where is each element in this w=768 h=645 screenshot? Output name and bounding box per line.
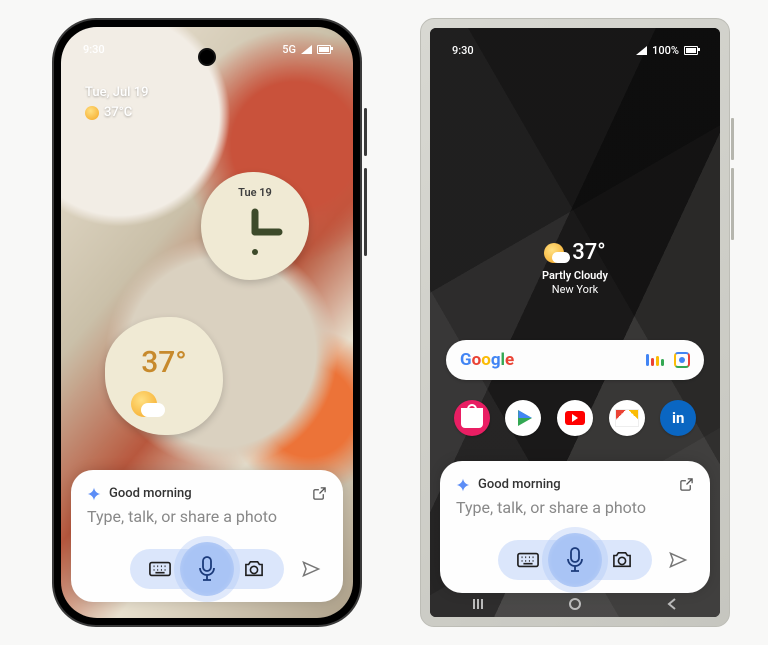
gmail-app-icon[interactable] [609,400,645,436]
partly-cloudy-icon [544,243,564,263]
weather-loc: New York [430,283,720,296]
date-label: Tue, Jul 19 [85,83,149,103]
weather-temp: 37° [105,345,223,380]
gemini-prompt-input[interactable]: Type, talk, or share a photo [456,498,694,517]
signal-icon [301,45,312,54]
gemini-assistant-card[interactable]: Good morning Type, talk, or share a phot… [440,461,710,593]
send-button[interactable] [668,550,688,570]
gemini-greeting: Good morning [109,486,192,501]
battery-icon [684,46,698,55]
mic-button[interactable] [548,533,602,587]
temp-label: 37°C [104,103,132,123]
gemini-prompt-input[interactable]: Type, talk, or share a photo [87,507,327,526]
recents-button[interactable] [471,597,485,611]
volume-button [364,108,367,156]
play-store-app-icon[interactable] [505,400,541,436]
power-button [731,168,734,240]
back-button[interactable] [665,597,679,611]
open-in-new-icon[interactable] [679,477,694,492]
at-a-glance-widget[interactable]: Tue, Jul 19 37°C [85,83,149,123]
linkedin-app-icon[interactable]: in [660,400,696,436]
gemini-assistant-card[interactable]: Good morning Type, talk, or share a phot… [71,470,343,602]
signal-icon [636,46,647,55]
camera-button[interactable] [232,549,276,589]
status-time: 9:30 [452,44,474,57]
mic-button[interactable] [180,542,234,596]
google-logo-icon: Google [460,350,514,370]
partly-cloudy-icon [131,391,157,417]
keyboard-button[interactable] [138,549,182,589]
camera-button[interactable] [600,540,644,580]
gemini-greeting: Good morning [478,477,561,492]
status-time: 9:30 [83,43,105,56]
google-lens-icon[interactable] [674,352,690,368]
network-label: 5G [282,43,296,56]
front-camera [198,48,216,66]
battery-pct: 100% [652,44,679,57]
navigation-bar [430,597,720,611]
voice-search-icon[interactable] [646,354,664,366]
gemini-spark-icon [87,487,101,501]
keyboard-button[interactable] [506,540,550,580]
pixel-phone: 9:30 5G Tue, Jul 19 37°C Tue 19 [52,18,362,627]
power-button [364,168,367,256]
status-bar: 9:30 100% [430,38,720,62]
clock-widget[interactable]: Tue 19 [201,172,309,280]
weather-cond: Partly Cloudy [430,269,720,282]
weather-widget[interactable]: 37° Partly Cloudy New York [430,240,720,296]
weather-widget[interactable]: 37° [105,317,223,435]
clock-hands-icon [201,172,309,280]
open-in-new-icon[interactable] [312,486,327,501]
home-button[interactable] [568,597,582,611]
battery-icon [317,45,331,54]
galaxy-phone: 9:30 100% 37° Partly Cloudy New York Goo… [420,18,730,627]
youtube-app-icon[interactable] [557,400,593,436]
app-dock: in [446,394,704,442]
weather-icon [85,106,99,120]
send-button[interactable] [301,559,321,579]
shopping-app-icon[interactable] [454,400,490,436]
google-search-bar[interactable]: Google [446,340,704,380]
volume-button [731,118,734,160]
gemini-spark-icon [456,478,470,492]
weather-temp: 37° [572,240,605,265]
